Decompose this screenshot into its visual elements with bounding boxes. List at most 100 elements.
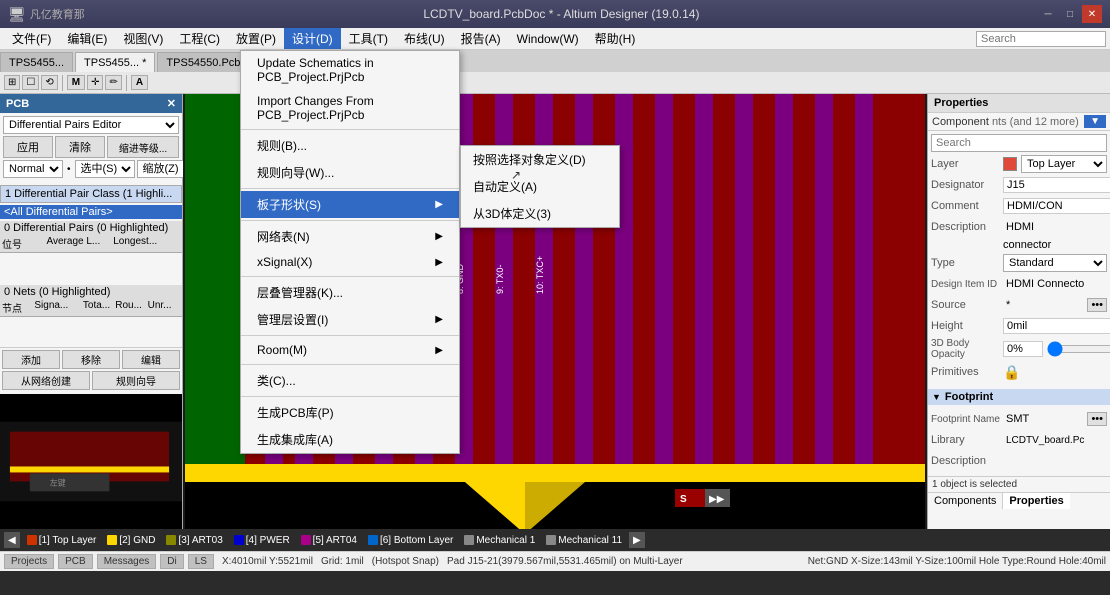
menu-project[interactable]: 工程(C) — [171, 28, 228, 49]
menu-tools[interactable]: 工具(T) — [341, 28, 396, 49]
layer-chip-3[interactable]: [3] ART03 — [162, 534, 226, 547]
left-panel-tools: Differential Pairs Editor 应用 清除 缩进等级... … — [0, 113, 182, 183]
tab-di[interactable]: Di — [160, 554, 183, 569]
toolbar-btn-2[interactable]: ☐ — [22, 75, 39, 90]
selection-status: 1 object is selected — [928, 476, 1110, 492]
tab-1[interactable]: TPS5455... — [0, 52, 73, 72]
dmenu-room[interactable]: Room(M) ▶ — [241, 338, 459, 362]
apply-button[interactable]: 应用 — [3, 136, 53, 158]
layer-bar: ◀ [1] Top Layer [2] GND [3] ART03 [4] PW… — [0, 529, 1110, 551]
menu-edit[interactable]: 编辑(E) — [59, 28, 115, 49]
tab-2[interactable]: TPS5455... * — [75, 52, 155, 72]
menu-help[interactable]: 帮助(H) — [587, 28, 644, 49]
window-controls: ─ □ ✕ — [1038, 5, 1102, 23]
select-dropdown[interactable]: 选中(S) — [75, 160, 135, 178]
clear-button[interactable]: 清除 — [55, 136, 105, 158]
dmenu-update-schematics[interactable]: Update Schematics in PCB_Project.PrjPcb — [241, 51, 459, 89]
close-button[interactable]: ✕ — [1082, 5, 1102, 23]
source-dots-button[interactable]: ••• — [1087, 298, 1107, 312]
dmenu-rules[interactable]: 规则(B)... — [241, 132, 459, 159]
menu-design[interactable]: 设计(D) — [284, 28, 341, 49]
dmenu-sep-4 — [241, 276, 459, 277]
toolbar: ⊞ ☐ ⟲ M ✛ ✏ A — [0, 72, 1110, 94]
rule-btn[interactable]: 规则向导 — [92, 371, 180, 390]
layer-next-button[interactable]: ▶ — [629, 532, 645, 548]
tab-messages[interactable]: Messages — [97, 554, 157, 569]
dmenu-classes[interactable]: 类(C)... — [241, 367, 459, 394]
dmenu-import-changes[interactable]: Import Changes From PCB_Project.PrjPcb — [241, 89, 459, 127]
lock-icon[interactable]: 🔒 — [1003, 364, 1020, 381]
layer-color-m1 — [464, 535, 474, 545]
body-opacity-slider[interactable] — [1047, 341, 1110, 357]
layer-color-5 — [301, 535, 311, 545]
source-row: Source * ••• — [931, 296, 1107, 314]
tab-projects[interactable]: Projects — [4, 554, 54, 569]
layer-chip-2[interactable]: [2] GND — [103, 534, 159, 547]
layer-dropdown[interactable]: Top Layer — [1021, 155, 1107, 173]
menu-search-input[interactable] — [976, 31, 1106, 47]
dmenu-gen-int-lib[interactable]: 生成集成库(A) — [241, 426, 459, 453]
menu-view[interactable]: 视图(V) — [115, 28, 171, 49]
menu-place[interactable]: 放置(P) — [228, 28, 284, 49]
normal-dropdown[interactable]: Normal — [3, 160, 63, 178]
properties-search-input[interactable] — [931, 134, 1107, 152]
filter-button[interactable]: ▼ — [1084, 115, 1106, 128]
design-item-label: Design Item ID — [931, 279, 1003, 290]
class-all-item[interactable]: <All Differential Pairs> — [0, 205, 182, 219]
dmenu-board-shape[interactable]: 板子形状(S) ▶ — [241, 191, 459, 218]
toolbar-btn-text[interactable]: A — [131, 75, 148, 90]
smenu-define-from-sel[interactable]: 按照选择对象定义(D) — [461, 146, 619, 173]
toolbar-btn-cross[interactable]: ✛ — [87, 75, 103, 90]
height-input[interactable] — [1003, 318, 1110, 334]
menu-route[interactable]: 布线(U) — [396, 28, 453, 49]
menu-window[interactable]: Window(W) — [509, 30, 587, 48]
dmenu-rules-wizard[interactable]: 规则向导(W)... — [241, 159, 459, 186]
add-btn[interactable]: 添加 — [2, 350, 60, 369]
comment-input[interactable] — [1003, 198, 1110, 214]
layer-prev-button[interactable]: ◀ — [4, 532, 20, 548]
dmenu-xsignal[interactable]: xSignal(X) ▶ — [241, 250, 459, 274]
type-dropdown[interactable]: Standard — [1003, 254, 1107, 272]
left-panel-close-icon[interactable]: ✕ — [167, 97, 176, 110]
panel-mode-dropdown[interactable]: Differential Pairs Editor — [3, 116, 179, 134]
toolbar-btn-3[interactable]: ⟲ — [41, 75, 57, 90]
dmenu-layer-stack[interactable]: 层叠管理器(K)... — [241, 279, 459, 306]
layer-chip-1[interactable]: [1] Top Layer — [23, 534, 101, 547]
remove-btn[interactable]: 移除 — [62, 350, 120, 369]
menu-file[interactable]: 文件(F) — [4, 28, 59, 49]
svg-text:左键: 左键 — [50, 477, 66, 487]
smenu-define-3d[interactable]: 从3D体定义(3) — [461, 200, 619, 227]
body-opacity-input[interactable] — [1003, 341, 1043, 357]
dmenu-manage-layers[interactable]: 管理层设置(I) ▶ — [241, 306, 459, 333]
edit-btn[interactable]: 编辑 — [122, 350, 180, 369]
maximize-button[interactable]: □ — [1060, 5, 1080, 23]
footprint-dots-button[interactable]: ••• — [1087, 412, 1107, 426]
description-value: HDMI — [1003, 220, 1037, 234]
toolbar-btn-1[interactable]: ⊞ — [4, 75, 20, 90]
menu-reports[interactable]: 报告(A) — [453, 28, 509, 49]
minimize-button[interactable]: ─ — [1038, 5, 1058, 23]
dmenu-gen-pcb-lib[interactable]: 生成PCB库(P) — [241, 399, 459, 426]
smenu-auto-define[interactable]: 自动定义(A) — [461, 173, 619, 200]
layer-chip-4[interactable]: [4] PWER — [230, 534, 294, 547]
svg-text:9: TX0-: 9: TX0- — [495, 265, 505, 294]
footprint-name-value: SMT — [1003, 412, 1085, 426]
layer-chip-6[interactable]: [6] Bottom Layer — [364, 534, 457, 547]
panel-mode-row: Normal • 选中(S) 缩放(Z) — [3, 160, 179, 178]
layer-label-4: [4] PWER — [246, 535, 290, 546]
toolbar-btn-m[interactable]: M — [67, 75, 85, 90]
properties-tab[interactable]: Properties — [1003, 493, 1069, 509]
designator-input[interactable] — [1003, 177, 1110, 193]
title-bar-left: 🖥 凡亿教育那 — [8, 6, 85, 23]
tab-pcb[interactable]: PCB — [58, 554, 93, 569]
zoom-level-button[interactable]: 缩进等级... — [107, 136, 179, 158]
dmenu-netlist[interactable]: 网络表(N) ▶ — [241, 223, 459, 250]
layer-chip-m1[interactable]: Mechanical 1 — [460, 534, 539, 547]
layer-chip-m11[interactable]: Mechanical 11 — [542, 534, 626, 547]
layer-chip-5[interactable]: [5] ART04 — [297, 534, 361, 547]
components-tab[interactable]: Components — [928, 493, 1003, 509]
pad-info: Pad J15-21(3979.567mil,5531.465mil) on M… — [447, 556, 800, 567]
toolbar-btn-pen[interactable]: ✏ — [105, 75, 121, 90]
footprint-section-header[interactable]: ▼ Footprint — [928, 389, 1110, 405]
from-net-btn[interactable]: 从网络创建 — [2, 371, 90, 390]
